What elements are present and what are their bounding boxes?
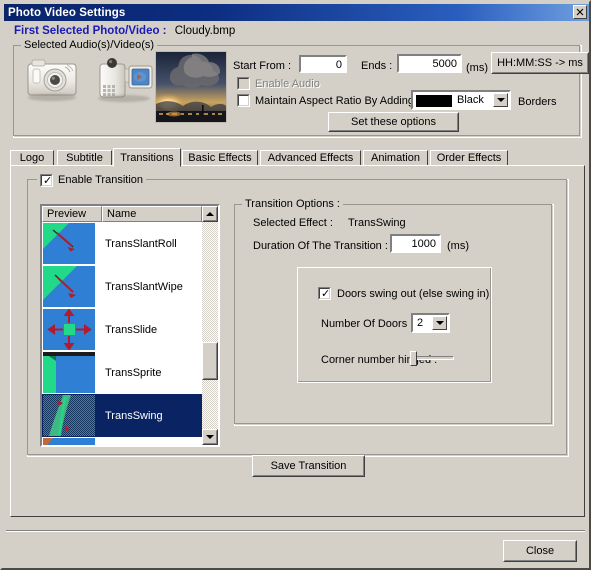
tab-transitions-label: Transitions <box>120 151 174 164</box>
selected-media-legend: Selected Audio(s)/Video(s) <box>21 39 158 51</box>
border-color-swatch <box>416 95 452 107</box>
tab-basic-effects-label: Basic Effects <box>188 152 252 164</box>
number-of-doors-label: Number Of Doors : <box>321 318 414 330</box>
transition-list[interactable]: Preview Name TransSlantRoll TransSlantWi… <box>40 204 220 447</box>
transition-name: TransSlantRoll <box>105 237 177 250</box>
hhmmss-to-ms-label: HH:MM:SS -> ms <box>497 57 583 69</box>
hhmmss-to-ms-button[interactable]: HH:MM:SS -> ms <box>491 52 589 74</box>
duration-label: Duration Of The Transition : <box>253 240 388 252</box>
tab-order-effects-label: Order Effects <box>436 152 502 164</box>
scroll-up-button[interactable] <box>202 206 218 222</box>
save-transition-button[interactable]: Save Transition <box>252 455 365 477</box>
selected-media-group: Selected Audio(s)/Video(s) Start From: … <box>13 39 589 138</box>
camcorder-icon <box>92 54 156 106</box>
save-transition-label: Save Transition <box>270 460 347 472</box>
maintain-aspect-label: Maintain Aspect Ratio By Adding <box>255 95 414 107</box>
start-from-label: Start From : <box>233 60 292 72</box>
window-title: Photo Video Settings <box>8 6 126 19</box>
tab-order-effects[interactable]: Order Effects <box>430 150 508 166</box>
column-header-name[interactable]: Name <box>102 206 202 222</box>
tab-animation[interactable]: Animation <box>363 150 428 166</box>
enable-transition-checkbox[interactable]: ✓ <box>40 174 53 187</box>
tab-basic-effects[interactable]: Basic Effects <box>182 150 258 166</box>
set-these-options-button[interactable]: Set these options <box>328 112 459 132</box>
ends-input[interactable]: 5000 <box>397 54 462 73</box>
enable-transition-label: Enable Transition <box>58 173 143 186</box>
tab-animation-label: Animation <box>371 152 420 164</box>
doors-swing-out-checkbox[interactable]: ✓ <box>318 287 331 300</box>
maintain-aspect-checkbox[interactable] <box>237 94 250 107</box>
doors-swing-out-label: Doors swing out (else swing in) <box>337 288 490 300</box>
tab-logo-label: Logo <box>19 152 45 164</box>
sprite-preview <box>43 352 95 393</box>
table-row[interactable]: TransSlantRoll <box>42 222 202 265</box>
enable-transition-group: ✓ Enable Transition Preview Name TransSl… <box>27 173 569 477</box>
ends-label: Ends : <box>361 60 393 72</box>
transition-name: TransSlide <box>105 323 158 336</box>
table-row[interactable]: TransSwing <box>42 394 202 437</box>
selected-file-name: Cloudy.bmp <box>174 25 236 37</box>
table-row[interactable]: TransSprite <box>42 351 202 394</box>
close-glyph <box>576 8 584 16</box>
tab-advanced-effects[interactable]: Advanced Effects <box>260 150 361 166</box>
close-button-label: Close <box>525 545 555 557</box>
photo-thumbnail <box>155 51 227 123</box>
dialog-window: Photo Video Settings First Selected Phot… <box>0 0 591 570</box>
enable-transition-legend: ✓ Enable Transition <box>37 173 146 187</box>
title-bar: Photo Video Settings <box>4 4 589 21</box>
close-icon[interactable] <box>573 5 587 19</box>
transition-options-legend: Transition Options : <box>242 198 343 210</box>
set-these-options-label: Set these options <box>350 116 436 128</box>
enable-audio-checkbox[interactable] <box>237 77 250 90</box>
doors-swing-out-check-glyph: ✓ <box>321 288 331 300</box>
slider-thumb[interactable] <box>410 351 417 366</box>
table-row[interactable]: TransSlantWipe <box>42 265 202 308</box>
corner-hinged-slider[interactable] <box>410 350 454 368</box>
borders-label: Borders <box>518 96 557 108</box>
slant-roll-preview <box>43 223 95 264</box>
duration-input[interactable]: 1000 <box>390 234 441 253</box>
transition-name: TransSwing <box>95 394 202 437</box>
tab-transitions[interactable]: Transitions <box>113 148 181 167</box>
border-color-value: Black <box>457 94 484 106</box>
footer-divider-highlight <box>6 531 585 532</box>
swing-preview <box>43 395 95 436</box>
transition-name: TransSprite <box>105 366 162 379</box>
close-button[interactable]: Close <box>503 540 577 562</box>
border-color-dropdown-arrow[interactable] <box>493 93 508 107</box>
tab-subtitle[interactable]: Subtitle <box>57 150 112 166</box>
scroll-down-button[interactable] <box>202 429 218 445</box>
table-row[interactable]: TransSlide <box>42 308 202 351</box>
selected-effect-label: Selected Effect : <box>253 217 333 229</box>
number-of-doors-value: 2 <box>417 317 424 329</box>
scrollbar-thumb[interactable] <box>202 342 218 380</box>
camera-icon <box>24 56 80 104</box>
list-scrollbar[interactable] <box>202 206 218 445</box>
column-header-preview[interactable]: Preview <box>42 206 102 222</box>
start-from-input[interactable]: 0 <box>299 55 347 73</box>
transition-name: TransSlantWipe <box>105 280 183 293</box>
selected-file-header: First Selected Photo/Video : Cloudy.bmp <box>14 25 235 37</box>
tab-strip: Logo Subtitle Transitions Basic Effects … <box>10 148 585 167</box>
table-row-partial[interactable] <box>42 437 202 445</box>
tab-advanced-effects-label: Advanced Effects <box>267 152 354 164</box>
selected-file-label: First Selected Photo/Video : <box>14 25 167 37</box>
enable-transition-check-glyph: ✓ <box>43 175 53 187</box>
border-color-combo[interactable]: Black <box>411 90 511 110</box>
slant-wipe-preview <box>43 266 95 307</box>
next-transition-preview <box>43 437 95 445</box>
swing-options-frame: ✓ Doors swing out (else swing in) Number… <box>297 267 492 383</box>
duration-unit-label: (ms) <box>447 240 469 252</box>
transitions-tab-panel: ✓ Enable Transition Preview Name TransSl… <box>10 165 585 517</box>
transition-list-header: Preview Name <box>42 206 218 222</box>
number-of-doors-dropdown-arrow[interactable] <box>432 316 447 330</box>
ms-unit-label: (ms) <box>466 62 488 74</box>
transition-options-group: Transition Options : Selected Effect : T… <box>234 198 554 426</box>
selected-effect-value: TransSwing <box>348 217 406 229</box>
tab-logo[interactable]: Logo <box>10 150 54 166</box>
number-of-doors-combo[interactable]: 2 <box>411 313 450 333</box>
tab-subtitle-label: Subtitle <box>66 152 103 164</box>
enable-audio-label: Enable Audio <box>255 78 320 90</box>
slide-preview <box>43 308 95 351</box>
